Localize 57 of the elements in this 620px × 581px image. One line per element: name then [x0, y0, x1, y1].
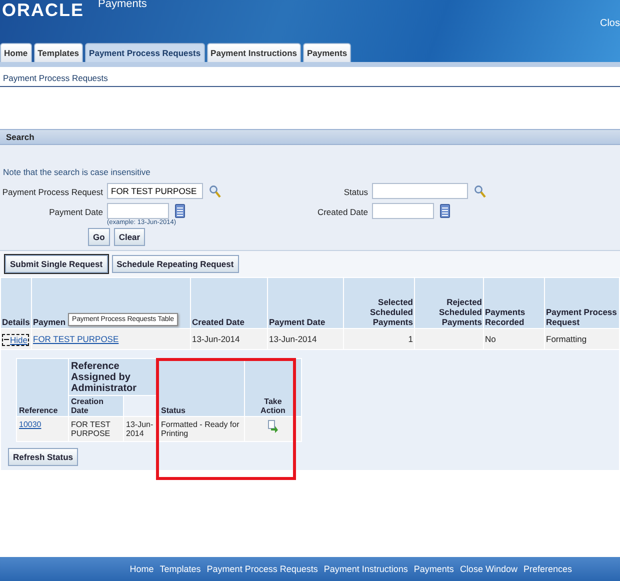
- reference-link[interactable]: 10030: [19, 420, 42, 428]
- input-field[interactable]: [107, 203, 169, 219]
- tab[interactable]: Home: [0, 43, 32, 62]
- table-cell: 13-Jun-2014: [268, 328, 344, 349]
- column-header: Reference: [16, 358, 68, 416]
- search-icon[interactable]: [209, 184, 221, 198]
- page-title: Payment Process Requests: [0, 73, 620, 87]
- field-label: Payment Date: [48, 206, 103, 219]
- table-cell: No: [484, 328, 544, 349]
- footer-link[interactable]: Home: [130, 564, 154, 574]
- column-header: Payment Process Request: [544, 278, 620, 328]
- input-field[interactable]: [372, 203, 434, 219]
- column-header: Created Date: [190, 278, 268, 328]
- table-cell: Formatting: [544, 328, 620, 349]
- input-field[interactable]: [372, 183, 468, 199]
- search-button[interactable]: Go: [88, 228, 110, 246]
- column-header: Rejected Scheduled Payments: [414, 278, 484, 328]
- search-note: Note that the search is case insensitive: [2, 167, 152, 177]
- tab[interactable]: Payment Process Requests: [85, 43, 205, 62]
- input-field[interactable]: FOR TEST PURPOSE: [107, 183, 203, 199]
- column-header: Details: [0, 278, 32, 328]
- table-cell: 13-Jun-2014: [190, 328, 268, 349]
- footer-link[interactable]: Templates: [160, 564, 201, 574]
- table-cell: Formatted - Ready for Printing: [158, 416, 244, 441]
- global-link[interactable]: Clos: [600, 18, 620, 29]
- refresh-status-button[interactable]: Refresh Status: [8, 448, 78, 466]
- field-label: Status: [342, 186, 368, 199]
- footer-link[interactable]: Payments: [414, 564, 454, 574]
- footer-link[interactable]: Preferences: [523, 564, 572, 574]
- calendar-icon[interactable]: [175, 204, 185, 218]
- calendar-icon[interactable]: [440, 204, 450, 218]
- tab[interactable]: Templates: [34, 43, 84, 62]
- hide-link[interactable]: Hide: [2, 334, 30, 346]
- field-label: Created Date: [316, 206, 368, 219]
- search-button[interactable]: Clear: [114, 228, 146, 246]
- take-action-icon[interactable]: [268, 420, 278, 432]
- column-header: Selected Scheduled Payments: [344, 278, 414, 328]
- search-icon[interactable]: [474, 184, 486, 198]
- logo: ORACLE: [2, 0, 84, 20]
- column-header: Status: [158, 358, 244, 416]
- table-cell: FOR TEST PURPOSE: [68, 416, 124, 441]
- table-cell: 13-Jun-2014: [124, 416, 158, 441]
- column-header: Payments Recorded: [484, 278, 544, 328]
- table-cell: 1: [344, 328, 414, 349]
- action-button[interactable]: Submit Single Request: [5, 255, 108, 273]
- tab[interactable]: Payments: [302, 43, 352, 62]
- footer-link[interactable]: Close Window: [460, 564, 518, 574]
- action-button[interactable]: Schedule Repeating Request: [112, 255, 239, 273]
- column-header: Reference Assigned by Administrator: [68, 358, 158, 395]
- footer-link[interactable]: Payment Process Requests: [206, 564, 318, 574]
- request-link[interactable]: FOR TEST PURPOSE: [33, 334, 119, 344]
- footer-link[interactable]: Payment Instructions: [324, 564, 408, 574]
- section-header: Search: [0, 130, 620, 145]
- column-header: Creation Date: [68, 395, 124, 416]
- field-label: Payment Process Request: [1, 186, 103, 199]
- tab[interactable]: Payment Instructions: [206, 43, 301, 62]
- column-header: Payment Date: [268, 278, 344, 328]
